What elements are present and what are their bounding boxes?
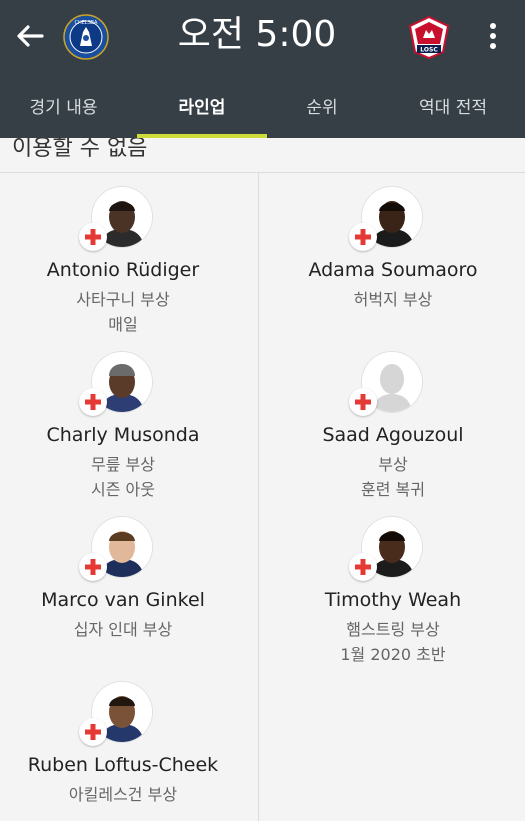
injury-type: 십자 인대 부상 bbox=[73, 620, 173, 639]
player-card[interactable]: Marco van Ginkel 십자 인대 부상 bbox=[3, 517, 243, 667]
injury-type: 아킬레스건 부상 bbox=[68, 785, 178, 804]
player-name: Ruben Loftus-Cheek bbox=[27, 754, 219, 776]
player-name: Antonio Rüdiger bbox=[46, 259, 200, 281]
match-time: 오전 5:00 bbox=[177, 14, 337, 55]
expected-return: 매일 bbox=[108, 315, 138, 334]
injury-type: 허벅지 부상 bbox=[353, 290, 433, 309]
expected-return: 훈련 복귀 bbox=[361, 480, 425, 499]
player-card[interactable]: Adama Soumaoro 허벅지 부상 bbox=[273, 187, 513, 337]
expected-return: 1월 2020 초반 bbox=[340, 645, 446, 664]
player-name: Timothy Weah bbox=[324, 589, 462, 611]
player-name: Charly Musonda bbox=[46, 424, 200, 446]
injury-cross-icon bbox=[79, 388, 107, 416]
tab-head-to-head[interactable]: 역대 전적 bbox=[385, 86, 521, 138]
losc-crest-icon[interactable]: LOSC bbox=[406, 14, 452, 60]
more-options-icon[interactable] bbox=[481, 20, 505, 52]
expected-return: 시즌 아웃 bbox=[91, 480, 155, 499]
player-name: Marco van Ginkel bbox=[41, 589, 205, 611]
svg-text:CHELSEA: CHELSEA bbox=[75, 20, 99, 26]
player-card[interactable]: Ruben Loftus-Cheek 아킬레스건 부상 bbox=[3, 682, 243, 821]
injury-cross-icon bbox=[79, 718, 107, 746]
tab-lineup[interactable]: 라인업 bbox=[137, 86, 267, 138]
back-arrow-icon[interactable] bbox=[14, 18, 46, 54]
injury-type: 부상 bbox=[378, 455, 408, 474]
injury-cross-icon bbox=[349, 553, 377, 581]
injury-cross-icon bbox=[349, 388, 377, 416]
player-card[interactable]: Timothy Weah 햄스트링 부상 1월 2020 초반 bbox=[273, 517, 513, 667]
injury-cross-icon bbox=[79, 553, 107, 581]
tab-match-details[interactable]: 경기 내용 bbox=[0, 86, 127, 138]
tab-standings[interactable]: 순위 bbox=[267, 86, 377, 138]
svg-text:LOSC: LOSC bbox=[420, 47, 438, 54]
player-name: Saad Agouzoul bbox=[322, 424, 464, 446]
injury-type: 사타구니 부상 bbox=[76, 290, 170, 309]
column-divider bbox=[258, 173, 259, 821]
divider bbox=[0, 172, 525, 173]
injury-type: 무릎 부상 bbox=[91, 455, 155, 474]
player-card[interactable]: Saad Agouzoul 부상 훈련 복귀 bbox=[273, 352, 513, 502]
unavailable-players-section[interactable]: 이용할 수 없음 Antonio Rüdiger 사타구니 부상 매일 Char… bbox=[0, 138, 525, 821]
match-header: CHELSEA 오전 5:00 LOSC 경기 내용 라인업 순위 역대 전적 bbox=[0, 0, 525, 138]
player-card[interactable]: Antonio Rüdiger 사타구니 부상 매일 bbox=[3, 187, 243, 337]
injury-type: 햄스트링 부상 bbox=[346, 620, 440, 639]
injury-cross-icon bbox=[79, 223, 107, 251]
player-card[interactable]: Charly Musonda 무릎 부상 시즌 아웃 bbox=[3, 352, 243, 502]
section-title: 이용할 수 없음 bbox=[12, 138, 148, 161]
chelsea-crest-icon[interactable]: CHELSEA bbox=[63, 14, 109, 60]
player-name: Adama Soumaoro bbox=[308, 259, 478, 281]
injury-cross-icon bbox=[349, 223, 377, 251]
tab-bar: 경기 내용 라인업 순위 역대 전적 bbox=[0, 86, 525, 138]
